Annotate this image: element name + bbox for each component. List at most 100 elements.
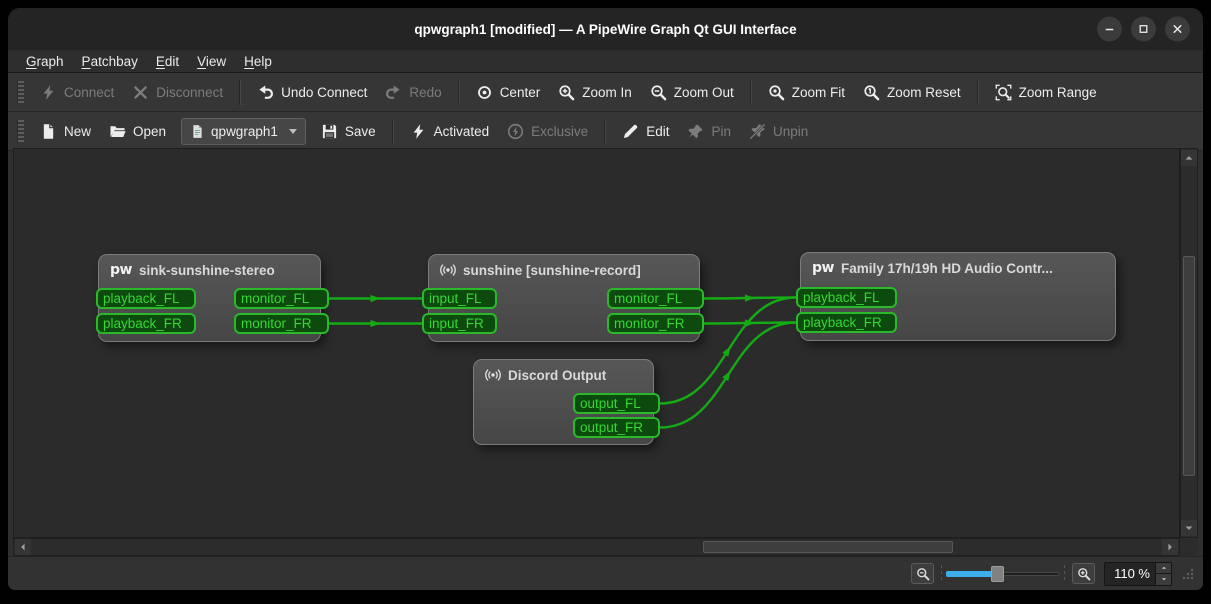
new-button[interactable]: New bbox=[31, 119, 100, 144]
app-window: qpwgraph1 [modified] — A PipeWire Graph … bbox=[8, 8, 1203, 590]
menu-patchbay[interactable]: Patchbay bbox=[73, 52, 147, 71]
toolbar-separator bbox=[239, 80, 241, 105]
toolbar-button-label: Exclusive bbox=[531, 124, 588, 139]
toolbar-separator bbox=[604, 119, 606, 144]
zoom-percent-spinbox[interactable]: 110 % bbox=[1104, 562, 1172, 586]
toolbar-main: Connect Disconnect Undo Connect Redo Center Z… bbox=[8, 73, 1203, 112]
undo-connect-button[interactable]: Undo Connect bbox=[248, 80, 376, 105]
spin-down-button[interactable] bbox=[1156, 574, 1171, 585]
save-button[interactable]: Save bbox=[312, 119, 385, 144]
patchbay-profile-combo[interactable]: qpwgraph1 bbox=[181, 118, 306, 145]
toolbar-button-label: Zoom Reset bbox=[887, 85, 961, 100]
scroll-down-button[interactable] bbox=[1181, 520, 1197, 536]
connection-line[interactable] bbox=[704, 298, 796, 299]
minimize-button[interactable] bbox=[1097, 17, 1122, 42]
toolbar-button-label: Redo bbox=[409, 85, 441, 100]
title-bar[interactable]: qpwgraph1 [modified] — A PipeWire Graph … bbox=[8, 8, 1203, 50]
maximize-button[interactable] bbox=[1131, 17, 1156, 42]
zoom-slider[interactable] bbox=[943, 564, 1063, 584]
toolbar-button-label: Zoom In bbox=[582, 85, 632, 100]
zoom-slider-fill bbox=[946, 571, 997, 577]
scroll-up-button[interactable] bbox=[1181, 150, 1197, 166]
connect-icon bbox=[40, 84, 57, 101]
graph-canvas[interactable]: pwsink-sunshine-stereoplayback_FLplaybac… bbox=[13, 148, 1180, 538]
menu-help[interactable]: Help bbox=[235, 52, 281, 71]
port-label: playback_FL bbox=[803, 290, 880, 305]
center-button[interactable]: Center bbox=[467, 80, 550, 105]
slider-tick bbox=[1064, 565, 1065, 583]
status-bar: 110 % bbox=[8, 556, 1203, 590]
toolbar-button-label: Save bbox=[345, 124, 376, 139]
vertical-scrollbar[interactable] bbox=[1180, 148, 1198, 538]
port-family-playback-fl[interactable]: playback_FL bbox=[796, 287, 897, 308]
node-header: pwsink-sunshine-stereo bbox=[99, 255, 320, 285]
port-label: output_FL bbox=[580, 396, 641, 411]
horizontal-scrollbar[interactable] bbox=[13, 538, 1180, 556]
port-sunshine-input-fr[interactable]: input_FR bbox=[422, 313, 497, 334]
slider-tick bbox=[941, 565, 942, 583]
port-label: playback_FR bbox=[803, 315, 882, 330]
disconnect-button[interactable]: Disconnect bbox=[123, 80, 232, 105]
port-discord-output-fr[interactable]: output_FR bbox=[573, 417, 660, 438]
vertical-scrollbar-thumb[interactable] bbox=[1183, 256, 1195, 476]
menu-graph[interactable]: Graph bbox=[17, 52, 73, 71]
port-discord-output-fl[interactable]: output_FL bbox=[573, 393, 660, 414]
connection-line[interactable] bbox=[704, 323, 796, 324]
pin-button[interactable]: Pin bbox=[678, 119, 740, 144]
zoom-range-button[interactable]: Zoom Range bbox=[986, 80, 1106, 105]
toolbar-button-label: Disconnect bbox=[156, 85, 223, 100]
port-sink-monitor-fl[interactable]: monitor_FL bbox=[234, 288, 329, 309]
zoom-percent-value[interactable]: 110 % bbox=[1105, 563, 1155, 585]
connect-button[interactable]: Connect bbox=[31, 80, 123, 105]
scroll-right-button[interactable] bbox=[1162, 539, 1178, 555]
zoom-slider-handle[interactable] bbox=[991, 566, 1004, 582]
zoom-reset-button[interactable]: Zoom Reset bbox=[854, 80, 970, 105]
zoom-in-button[interactable] bbox=[1072, 563, 1095, 584]
resize-grip[interactable] bbox=[1181, 567, 1194, 580]
port-label: monitor_FR bbox=[241, 316, 312, 331]
port-sink-playback-fl[interactable]: playback_FL bbox=[96, 288, 196, 309]
port-label: input_FL bbox=[429, 291, 482, 306]
port-sunshine-input-fl[interactable]: input_FL bbox=[422, 288, 497, 309]
zoom-out-button[interactable]: Zoom Out bbox=[641, 80, 743, 105]
window-controls bbox=[1097, 17, 1190, 42]
activated-icon bbox=[410, 123, 427, 140]
toolbar-handle[interactable] bbox=[17, 81, 24, 103]
broadcast-icon bbox=[485, 367, 501, 383]
connections-layer bbox=[14, 149, 1180, 538]
redo-icon bbox=[385, 84, 402, 101]
port-label: output_FR bbox=[580, 420, 643, 435]
scroll-left-button[interactable] bbox=[15, 539, 31, 555]
port-family-playback-fr[interactable]: playback_FR bbox=[796, 312, 897, 333]
menu-view[interactable]: View bbox=[188, 52, 235, 71]
save-icon bbox=[321, 123, 338, 140]
toolbar-separator bbox=[977, 80, 979, 105]
menu-bar: GraphPatchbayEditViewHelp bbox=[8, 50, 1203, 73]
graph-area: pwsink-sunshine-stereoplayback_FLplaybac… bbox=[13, 148, 1198, 556]
node-title: sink-sunshine-stereo bbox=[139, 263, 275, 278]
toolbar-patchbay: NewOpenqpwgraph1 Save Activated Exclusive Ed… bbox=[8, 112, 1203, 151]
edit-button[interactable]: Edit bbox=[613, 119, 678, 144]
exclusive-button[interactable]: Exclusive bbox=[498, 119, 597, 144]
zoom-in-button[interactable]: Zoom In bbox=[549, 80, 641, 105]
port-sunshine-monitor-fl[interactable]: monitor_FL bbox=[607, 288, 704, 309]
zoom-out-button[interactable] bbox=[911, 563, 934, 584]
unpin-button[interactable]: Unpin bbox=[740, 119, 817, 144]
port-sunshine-monitor-fr[interactable]: monitor_FR bbox=[607, 313, 704, 334]
pin-icon bbox=[687, 123, 704, 140]
spin-up-button[interactable] bbox=[1156, 563, 1171, 575]
menu-edit[interactable]: Edit bbox=[147, 52, 188, 71]
port-sink-monitor-fr[interactable]: monitor_FR bbox=[234, 313, 329, 334]
open-button[interactable]: Open bbox=[100, 119, 175, 144]
toolbar-handle[interactable] bbox=[17, 120, 24, 142]
horizontal-scrollbar-thumb[interactable] bbox=[703, 541, 953, 553]
zoom-fit-button[interactable]: Zoom Fit bbox=[759, 80, 854, 105]
port-label: playback_FL bbox=[103, 291, 180, 306]
node-header: pwFamily 17h/19h HD Audio Contr... bbox=[801, 253, 1115, 283]
toolbar-button-label: Connect bbox=[64, 85, 114, 100]
port-sink-playback-fr[interactable]: playback_FR bbox=[96, 313, 196, 334]
redo-button[interactable]: Redo bbox=[376, 80, 450, 105]
close-button[interactable] bbox=[1165, 17, 1190, 42]
activated-button[interactable]: Activated bbox=[401, 119, 499, 144]
node-title: Discord Output bbox=[508, 368, 606, 383]
